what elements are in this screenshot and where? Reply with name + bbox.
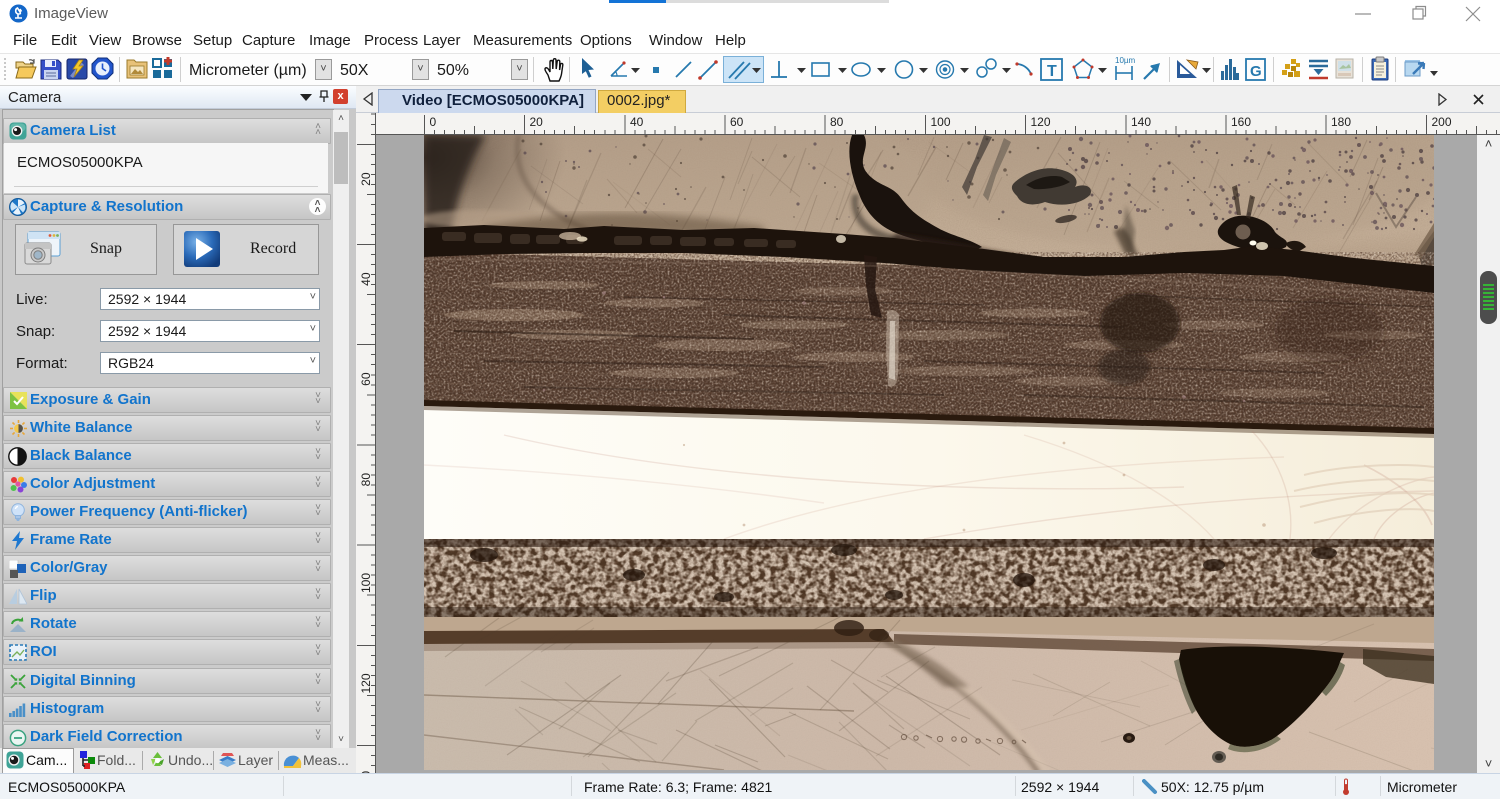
svg-text:60: 60: [730, 115, 744, 129]
svg-text:60: 60: [359, 372, 373, 386]
svg-text:140: 140: [1131, 115, 1151, 129]
svg-text:80: 80: [830, 115, 844, 129]
svg-text:20: 20: [530, 115, 544, 129]
svg-text:0: 0: [430, 115, 437, 129]
svg-text:20: 20: [359, 172, 373, 186]
svg-text:10µm: 10µm: [1115, 56, 1136, 65]
svg-text:180: 180: [1331, 115, 1351, 129]
svg-text:80: 80: [359, 473, 373, 487]
svg-text:160: 160: [1231, 115, 1251, 129]
svg-text:G: G: [1250, 63, 1262, 80]
svg-text:100: 100: [359, 573, 373, 593]
svg-text:100: 100: [931, 115, 951, 129]
svg-text:200: 200: [1432, 115, 1452, 129]
svg-text:120: 120: [359, 673, 373, 693]
svg-text:40: 40: [359, 272, 373, 286]
svg-text:T: T: [1047, 63, 1057, 80]
svg-text:120: 120: [1031, 115, 1051, 129]
svg-text:40: 40: [630, 115, 644, 129]
